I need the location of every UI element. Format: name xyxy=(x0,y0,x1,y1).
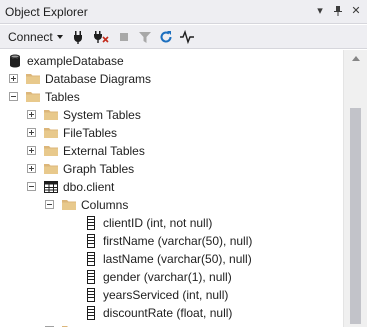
database-icon xyxy=(7,53,23,69)
tree-node-label[interactable]: exampleDatabase xyxy=(27,54,124,68)
folder-icon xyxy=(43,143,59,159)
folder-icon xyxy=(43,107,59,123)
tree-node[interactable]: Database Diagrams xyxy=(0,70,343,88)
vertical-scrollbar[interactable] xyxy=(343,50,367,327)
tree-node[interactable]: Tables xyxy=(0,88,343,106)
tree-node[interactable]: Graph Tables xyxy=(0,160,343,178)
collapse-minus-icon[interactable] xyxy=(27,182,36,191)
tree-node-label[interactable]: Graph Tables xyxy=(63,162,134,176)
folder-icon xyxy=(25,89,41,105)
expand-plus-icon[interactable] xyxy=(9,74,18,83)
window-position-dropdown-icon[interactable]: ▾ xyxy=(313,4,327,18)
tree-node-label[interactable]: dbo.client xyxy=(63,180,114,194)
activity-monitor-icon[interactable] xyxy=(179,29,195,45)
column-icon xyxy=(83,215,99,231)
stop-icon[interactable] xyxy=(116,29,132,45)
connect-dropdown-icon[interactable] xyxy=(57,35,63,39)
filter-icon[interactable] xyxy=(137,29,153,45)
folder-icon xyxy=(61,323,77,327)
scrollbar-thumb[interactable] xyxy=(350,108,361,324)
panel-title: Object Explorer xyxy=(5,5,88,19)
tree-node[interactable] xyxy=(0,322,343,327)
tree-node-label[interactable]: System Tables xyxy=(63,108,141,122)
expand-plus-icon[interactable] xyxy=(27,164,36,173)
expand-plus-icon[interactable] xyxy=(27,128,36,137)
collapse-minus-icon[interactable] xyxy=(45,200,54,209)
column-icon xyxy=(83,233,99,249)
tree-node[interactable]: clientID (int, not null) xyxy=(0,214,343,232)
tree-node[interactable]: exampleDatabase xyxy=(0,52,343,70)
tree-node[interactable]: External Tables xyxy=(0,142,343,160)
connect-button[interactable]: Connect xyxy=(8,30,53,44)
connect-icon[interactable] xyxy=(70,29,86,45)
column-icon xyxy=(83,305,99,321)
column-icon xyxy=(83,287,99,303)
expand-plus-icon[interactable] xyxy=(27,110,36,119)
folder-icon xyxy=(25,71,41,87)
table-icon xyxy=(43,179,59,195)
tree-node[interactable]: discountRate (float, null) xyxy=(0,304,343,322)
tree-node[interactable]: gender (varchar(1), null) xyxy=(0,268,343,286)
scroll-up-arrow-icon[interactable] xyxy=(352,56,360,61)
tree-node[interactable]: firstName (varchar(50), null) xyxy=(0,232,343,250)
object-explorer-titlebar: Object Explorer ▾ ✕ xyxy=(0,0,367,24)
object-explorer-toolbar: Connect xyxy=(0,25,367,49)
auto-hide-pin-icon[interactable] xyxy=(331,4,345,18)
tree-node-label[interactable]: discountRate (float, null) xyxy=(103,306,232,320)
refresh-icon[interactable] xyxy=(158,29,174,45)
tree-node[interactable]: Columns xyxy=(0,196,343,214)
tree-node-label[interactable]: Tables xyxy=(45,90,80,104)
close-icon[interactable]: ✕ xyxy=(349,4,363,18)
tree-node[interactable]: FileTables xyxy=(0,124,343,142)
expand-plus-icon[interactable] xyxy=(27,146,36,155)
tree-node-label[interactable]: External Tables xyxy=(63,144,145,158)
tree-node-label[interactable]: lastName (varchar(50), null) xyxy=(103,252,252,266)
tree-node-label[interactable]: clientID (int, not null) xyxy=(103,216,212,230)
tree-node[interactable]: yearsServiced (int, null) xyxy=(0,286,343,304)
column-icon xyxy=(83,269,99,285)
tree-node[interactable]: dbo.client xyxy=(0,178,343,196)
tree-node-label[interactable]: FileTables xyxy=(63,126,117,140)
tree-node[interactable]: System Tables xyxy=(0,106,343,124)
collapse-minus-icon[interactable] xyxy=(9,92,18,101)
column-icon xyxy=(83,251,99,267)
tree-node-label[interactable]: firstName (varchar(50), null) xyxy=(103,234,252,248)
tree-node[interactable]: lastName (varchar(50), null) xyxy=(0,250,343,268)
object-explorer-tree[interactable]: exampleDatabase Database Diagrams Tables Sy… xyxy=(0,50,343,327)
tree-node-label[interactable]: gender (varchar(1), null) xyxy=(103,270,232,284)
tree-node-label[interactable]: Columns xyxy=(81,198,128,212)
tree-node-label[interactable]: yearsServiced (int, null) xyxy=(103,288,228,302)
folder-icon xyxy=(61,197,77,213)
tree-node-label[interactable]: Database Diagrams xyxy=(45,72,151,86)
folder-icon xyxy=(43,161,59,177)
disconnect-icon[interactable] xyxy=(93,29,109,45)
folder-icon xyxy=(43,125,59,141)
